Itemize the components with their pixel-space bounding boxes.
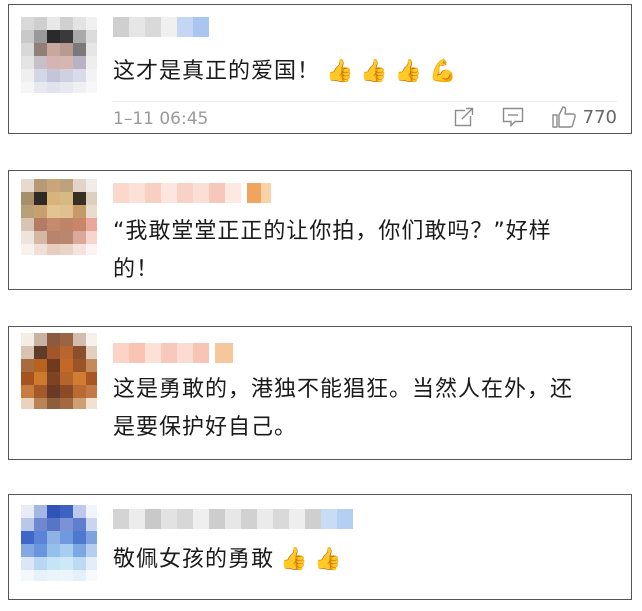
username-blurred[interactable]	[113, 17, 209, 37]
thumbs-up-icon: 👍	[326, 59, 355, 84]
thumbs-up-icon: 👍	[360, 59, 389, 84]
comment-text-line-1: 这是勇敢的，港独不能猖狂。当然人在外，还	[113, 377, 574, 402]
like-icon[interactable]	[551, 105, 577, 129]
avatar[interactable]	[21, 179, 97, 255]
comment-text: 敬佩女孩的勇敢 👍 👍	[113, 541, 617, 579]
comment-text-content: 这才是真正的爱国！	[113, 59, 321, 84]
share-icon[interactable]	[453, 106, 475, 128]
comment-text: “我敢堂堂正正的让你拍，你们敢吗？”好样 的！	[113, 213, 617, 289]
comment-text-line-1: “我敢堂堂正正的让你拍，你们敢吗？”好样	[113, 219, 552, 244]
flexed-biceps-icon: 💪	[429, 59, 458, 84]
username-blurred[interactable]	[113, 183, 271, 203]
comment-text-line-2: 的！	[113, 257, 160, 282]
comment-icon[interactable]	[501, 106, 525, 128]
username-blurred[interactable]	[113, 509, 353, 529]
avatar[interactable]	[21, 505, 97, 581]
comment-card-2: “我敢堂堂正正的让你拍，你们敢吗？”好样 的！	[8, 170, 632, 290]
timestamp: 1–11 06:45	[113, 109, 209, 129]
thumbs-up-icon: 👍	[394, 59, 424, 84]
avatar[interactable]	[21, 17, 97, 93]
comment-card-3: 这是勇敢的，港独不能猖狂。当然人在外，还 是要保护好自己。	[8, 326, 632, 460]
thumbs-up-icon: 👍	[314, 547, 343, 572]
comment-text-line-2: 是要保护好自己。	[113, 415, 298, 440]
comment-text: 这才是真正的爱国！ 👍 👍 👍 💪	[113, 53, 617, 91]
comment-card-1: 这才是真正的爱国！ 👍 👍 👍 💪 1–11 06:45 770	[8, 4, 632, 134]
thumbs-up-icon: 👍	[280, 547, 309, 572]
comment-meta: 1–11 06:45 770	[113, 101, 617, 132]
avatar[interactable]	[21, 333, 97, 409]
like-count: 770	[582, 106, 617, 128]
username-blurred[interactable]	[113, 343, 233, 363]
comment-text-content: 敬佩女孩的勇敢	[113, 547, 275, 572]
comment-card-4: 敬佩女孩的勇敢 👍 👍	[8, 494, 632, 600]
comment-text: 这是勇敢的，港独不能猖狂。当然人在外，还 是要保护好自己。	[113, 371, 617, 447]
